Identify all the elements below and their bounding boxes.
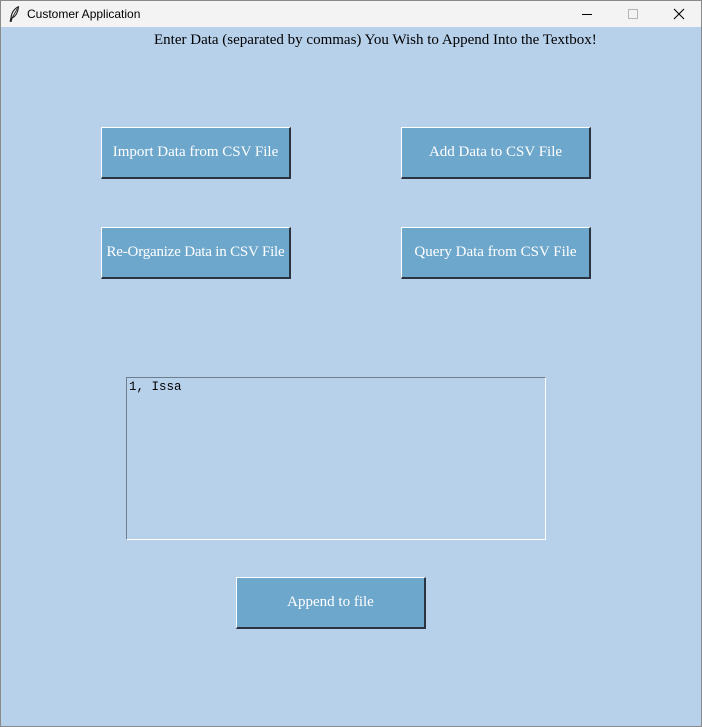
append-to-file-button[interactable]: Append to file: [236, 577, 426, 629]
minimize-button[interactable]: [564, 1, 610, 27]
close-button[interactable]: [656, 1, 701, 27]
window-title: Customer Application: [27, 7, 141, 21]
application-window: Customer Application Enter Data (separat…: [0, 0, 702, 727]
add-data-button[interactable]: Add Data to CSV File: [401, 127, 591, 179]
data-entry-textbox[interactable]: 1, Issa: [126, 377, 546, 540]
instruction-label: Enter Data (separated by commas) You Wis…: [154, 32, 597, 48]
query-data-button[interactable]: Query Data from CSV File: [401, 227, 591, 279]
title-bar[interactable]: Customer Application: [1, 1, 701, 27]
reorganize-data-button[interactable]: Re-Organize Data in CSV File: [101, 227, 291, 279]
minimize-icon: [582, 14, 592, 15]
import-data-button[interactable]: Import Data from CSV File: [101, 127, 291, 179]
close-icon: [673, 8, 685, 20]
maximize-icon: [628, 9, 638, 19]
main-content: Enter Data (separated by commas) You Wis…: [1, 27, 701, 726]
maximize-button[interactable]: [610, 1, 656, 27]
feather-icon: [8, 5, 20, 23]
